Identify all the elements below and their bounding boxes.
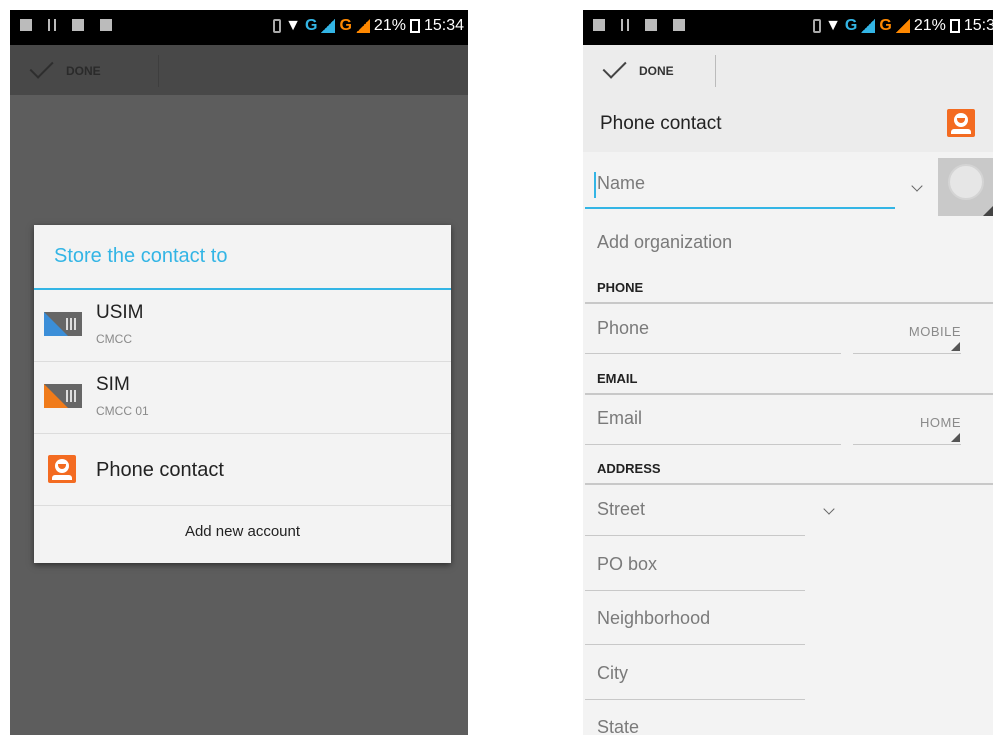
account-operator: CMCC (96, 332, 132, 346)
divider (585, 483, 993, 485)
usb-icon (621, 19, 629, 31)
contact-photo-button[interactable] (938, 158, 993, 216)
sim-card-icon (44, 384, 82, 408)
store-contact-dialog: Store the contact to USIM CMCC SIM CMCC … (34, 225, 451, 563)
clock: 15:3 (963, 17, 993, 34)
account-sim[interactable]: SIM CMCC 01 (34, 362, 451, 434)
name-field[interactable]: Name (597, 173, 645, 194)
divider (585, 393, 993, 395)
lock-icon (645, 19, 657, 31)
account-header: Phone contact (583, 95, 993, 152)
clock: 15:34 (423, 17, 464, 34)
account-operator: CMCC 01 (96, 404, 149, 418)
phone-field[interactable]: Phone (597, 318, 649, 339)
email-section-header: EMAIL (597, 371, 638, 386)
storage-icon (100, 19, 112, 31)
network-type-1: G (305, 17, 318, 34)
battery-percent: 21% (373, 17, 406, 34)
status-bar: ▼ G G 21% 15:34 (10, 10, 468, 45)
signal-icon (321, 19, 336, 33)
expand-address-chevron-icon[interactable] (823, 503, 835, 515)
person-icon (48, 455, 76, 483)
vibrate-icon (273, 19, 282, 33)
expand-name-chevron-icon[interactable] (911, 180, 923, 192)
avatar-placeholder-icon (948, 164, 984, 200)
done-label: DONE (66, 64, 101, 78)
divider (585, 302, 993, 304)
vibrate-icon (813, 19, 822, 33)
usb-icon (48, 19, 56, 31)
name-field-underline (585, 207, 895, 209)
usim-card-icon (44, 312, 82, 336)
signal-icon (895, 19, 910, 33)
notification-icon (593, 19, 605, 31)
wifi-icon: ▼ (825, 17, 841, 34)
email-field[interactable]: Email (597, 408, 642, 429)
account-title: Phone contact (600, 113, 722, 134)
person-icon (947, 109, 975, 137)
divider (158, 55, 159, 87)
action-bar: DONE (583, 45, 993, 95)
network-type-2: G (339, 17, 352, 34)
right-phone-screen: ▼ G G 21% 15:3 DONE Phone contact Name A… (583, 10, 993, 735)
account-name: Phone contact (96, 459, 224, 481)
done-button[interactable]: DONE (602, 54, 674, 85)
account-name: USIM (96, 302, 144, 323)
check-icon (29, 54, 54, 79)
street-field[interactable]: Street (597, 499, 645, 520)
battery-icon (409, 19, 420, 33)
text-cursor (594, 172, 596, 198)
wifi-icon: ▼ (285, 17, 302, 34)
done-label: DONE (639, 64, 674, 78)
phone-section-header: PHONE (597, 280, 644, 295)
address-section-header: ADDRESS (597, 461, 661, 476)
add-organization-link[interactable]: Add organization (597, 232, 732, 253)
network-type-1: G (844, 17, 858, 34)
check-icon (602, 54, 627, 79)
battery-percent: 21% (913, 17, 946, 34)
left-phone-screen: ▼ G G 21% 15:34 DONE Store the contact t… (10, 10, 468, 735)
account-name: SIM (96, 374, 130, 395)
dialog-title: Store the contact to (54, 245, 228, 267)
email-type-select[interactable]: HOME (853, 415, 961, 430)
account-phone-contact[interactable]: Phone contact (34, 434, 451, 506)
signal-icon (861, 19, 876, 33)
po-box-field[interactable]: PO box (597, 554, 657, 575)
done-button[interactable]: DONE (29, 54, 101, 85)
battery-icon (949, 19, 960, 33)
add-new-account-button[interactable]: Add new account (34, 507, 451, 557)
status-bar: ▼ G G 21% 15:3 (583, 10, 993, 45)
divider (715, 55, 716, 87)
account-usim[interactable]: USIM CMCC (34, 290, 451, 362)
state-field[interactable]: State (597, 717, 639, 735)
neighborhood-field[interactable]: Neighborhood (597, 608, 710, 629)
dropdown-corner-icon (951, 433, 960, 442)
storage-icon (673, 19, 685, 31)
notification-icon (20, 19, 32, 31)
phone-type-select[interactable]: MOBILE (853, 324, 961, 339)
action-bar: DONE (10, 45, 468, 95)
lock-icon (72, 19, 84, 31)
dropdown-corner-icon (951, 342, 960, 351)
network-type-2: G (879, 17, 892, 34)
city-field[interactable]: City (597, 663, 628, 684)
signal-icon (355, 19, 370, 33)
